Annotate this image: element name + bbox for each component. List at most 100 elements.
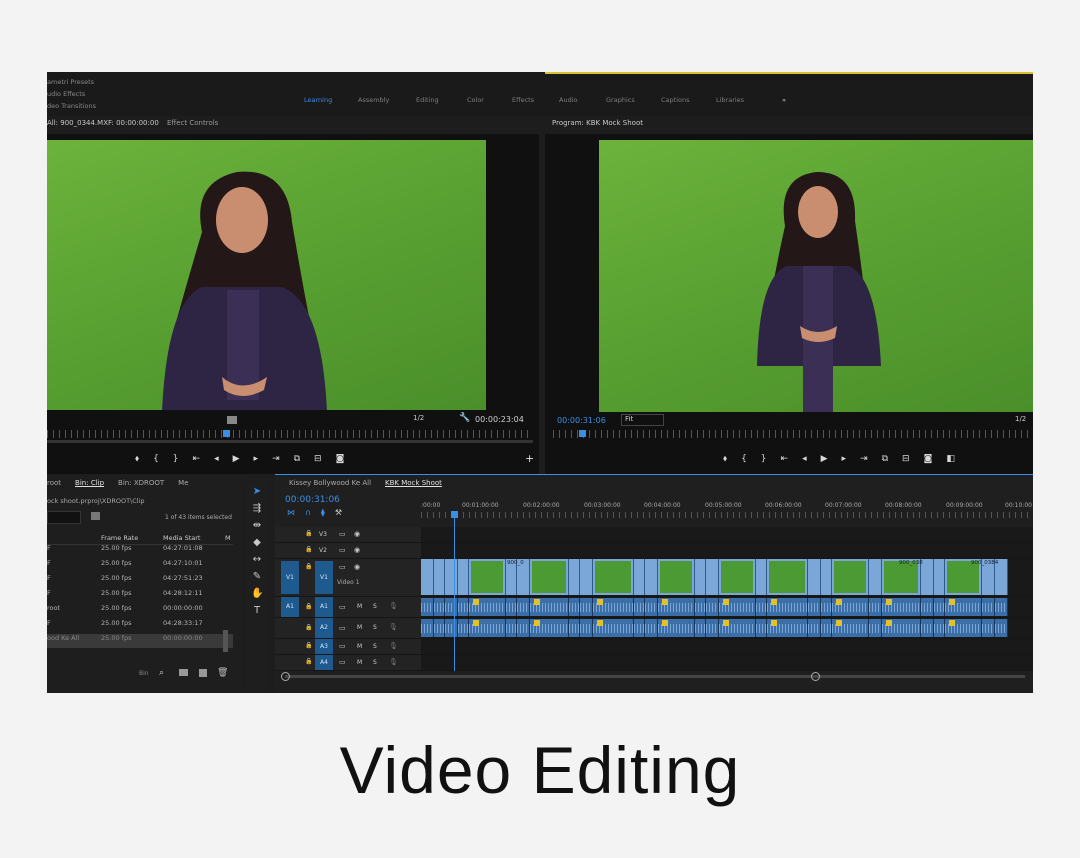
scroll-handle-right[interactable] <box>811 672 820 681</box>
audio-clip[interactable] <box>821 598 832 616</box>
fit-dropdown[interactable]: Fit <box>621 414 664 426</box>
lock-icon[interactable]: 🔒 <box>305 624 312 631</box>
video-clip[interactable] <box>756 559 767 595</box>
tab-root[interactable]: root <box>47 479 61 487</box>
sync-icon[interactable]: ▭ <box>339 530 346 538</box>
column-frame-rate[interactable]: Frame Rate <box>101 534 138 542</box>
audio-clip[interactable] <box>445 619 458 637</box>
video-clip[interactable] <box>445 559 458 595</box>
source-scrollbar[interactable] <box>47 440 533 443</box>
mic-icon[interactable]: 🎙 <box>389 623 398 631</box>
audio-clip[interactable] <box>469 598 506 616</box>
audio-clip[interactable] <box>756 598 767 616</box>
video-clip[interactable] <box>593 559 634 595</box>
audio-clip[interactable] <box>569 598 580 616</box>
sync-icon[interactable]: ▭ <box>339 563 346 571</box>
table-row-selected[interactable]: ood Ke All 25.00 fps 00:00:00:00 <box>47 634 233 648</box>
audio-clip[interactable] <box>645 598 658 616</box>
mute-button[interactable]: M <box>357 603 362 610</box>
eye-icon[interactable]: ◉ <box>354 530 360 538</box>
mark-in-icon[interactable]: { <box>741 454 747 464</box>
markers-icon[interactable]: ⧫ <box>321 508 335 517</box>
track-select-icon[interactable]: ⇶ <box>251 503 263 515</box>
tab-bin-xdroot[interactable]: Bin: XDROOT <box>118 479 164 487</box>
wrench-icon[interactable]: 🔧 <box>459 413 470 423</box>
audio-clip[interactable] <box>882 598 921 616</box>
list-item[interactable]: deo Transitions <box>47 100 96 112</box>
play-icon[interactable]: ▶ <box>821 454 828 464</box>
audio-clip[interactable] <box>506 619 517 637</box>
program-playhead[interactable] <box>579 430 586 437</box>
audio-clip[interactable] <box>921 619 934 637</box>
audio-clip[interactable] <box>869 598 882 616</box>
audio-clip[interactable] <box>945 598 982 616</box>
audio-clip[interactable] <box>756 619 767 637</box>
audio-clip[interactable] <box>921 598 934 616</box>
sync-icon[interactable]: ▭ <box>339 624 346 632</box>
audio-clip[interactable] <box>445 598 458 616</box>
source-patch-v1[interactable]: V1 <box>281 561 299 594</box>
table-row[interactable]: F 25.00 fps 04:28:33:17 <box>47 619 233 633</box>
video-clip[interactable] <box>767 559 808 595</box>
eye-icon[interactable]: ◉ <box>354 563 360 571</box>
video-clip[interactable] <box>569 559 580 595</box>
video-clip[interactable] <box>821 559 832 595</box>
audio-clip[interactable] <box>934 598 945 616</box>
video-clip[interactable] <box>634 559 645 595</box>
video-clip[interactable] <box>645 559 658 595</box>
scroll-handle-left[interactable] <box>281 672 290 681</box>
mute-button[interactable]: M <box>357 659 362 666</box>
video-clip[interactable] <box>434 559 445 595</box>
video-clip[interactable] <box>658 559 695 595</box>
audio-clip[interactable] <box>634 598 645 616</box>
clip-marker-icon[interactable] <box>227 416 237 424</box>
audio-clip[interactable] <box>706 598 719 616</box>
audio-clip[interactable] <box>458 619 469 637</box>
audio-clip[interactable] <box>517 619 530 637</box>
tab-effects[interactable]: Effects <box>512 96 534 104</box>
audio-clip[interactable] <box>593 598 634 616</box>
audio-clip[interactable] <box>658 619 695 637</box>
video-clip[interactable] <box>934 559 945 595</box>
audio-clip[interactable] <box>982 598 995 616</box>
audio-clip[interactable] <box>934 619 945 637</box>
source-patch-a1[interactable]: A1 <box>281 597 299 617</box>
audio-clip[interactable] <box>421 619 434 637</box>
audio-clip[interactable] <box>580 598 593 616</box>
marker-icon[interactable]: ⬧ <box>723 454 727 464</box>
audio-clip[interactable] <box>995 598 1008 616</box>
track-target-a1[interactable]: A1 <box>315 597 333 617</box>
new-item-icon[interactable] <box>199 669 207 677</box>
tab-audio[interactable]: Audio <box>559 96 577 104</box>
tab-sequence-kissey[interactable]: Kissey Bollywood Ke All <box>289 479 371 487</box>
go-to-in-icon[interactable]: ⇤ <box>193 454 201 464</box>
tab-media[interactable]: Me <box>178 479 188 487</box>
sync-icon[interactable]: ▭ <box>339 658 346 666</box>
marker-icon[interactable]: ⬧ <box>135 454 139 464</box>
audio-clip[interactable] <box>767 598 808 616</box>
tab-assembly[interactable]: Assembly <box>358 96 389 104</box>
track-target-a4[interactable]: A4 <box>315 655 333 670</box>
tab-graphics[interactable]: Graphics <box>606 96 635 104</box>
slip-icon[interactable]: ↔ <box>251 554 263 566</box>
program-zoom[interactable]: 1/2 <box>1015 415 1026 423</box>
mute-button[interactable]: M <box>357 643 362 650</box>
lock-icon[interactable]: 🔒 <box>305 563 312 570</box>
step-back-icon[interactable]: ◂ <box>214 454 219 464</box>
sync-icon[interactable]: ▭ <box>339 603 346 611</box>
audio-clip[interactable] <box>421 598 434 616</box>
audio-clip[interactable] <box>695 619 706 637</box>
solo-button[interactable]: S <box>373 643 377 650</box>
audio-clip[interactable] <box>945 619 982 637</box>
step-back-icon[interactable]: ◂ <box>802 454 807 464</box>
audio-clip[interactable] <box>658 598 695 616</box>
video-clip[interactable] <box>469 559 506 595</box>
audio-clip[interactable] <box>719 619 756 637</box>
audio-clip[interactable] <box>808 619 821 637</box>
list-item[interactable]: udio Effects <box>47 88 96 100</box>
table-row[interactable]: F 25.00 fps 04:27:51:23 <box>47 574 233 588</box>
timeline-tick-ruler[interactable] <box>421 512 1033 518</box>
lock-icon[interactable]: 🔒 <box>305 530 312 537</box>
lane-a1[interactable] <box>421 597 1033 618</box>
extract-icon[interactable]: ⊟ <box>902 454 910 464</box>
